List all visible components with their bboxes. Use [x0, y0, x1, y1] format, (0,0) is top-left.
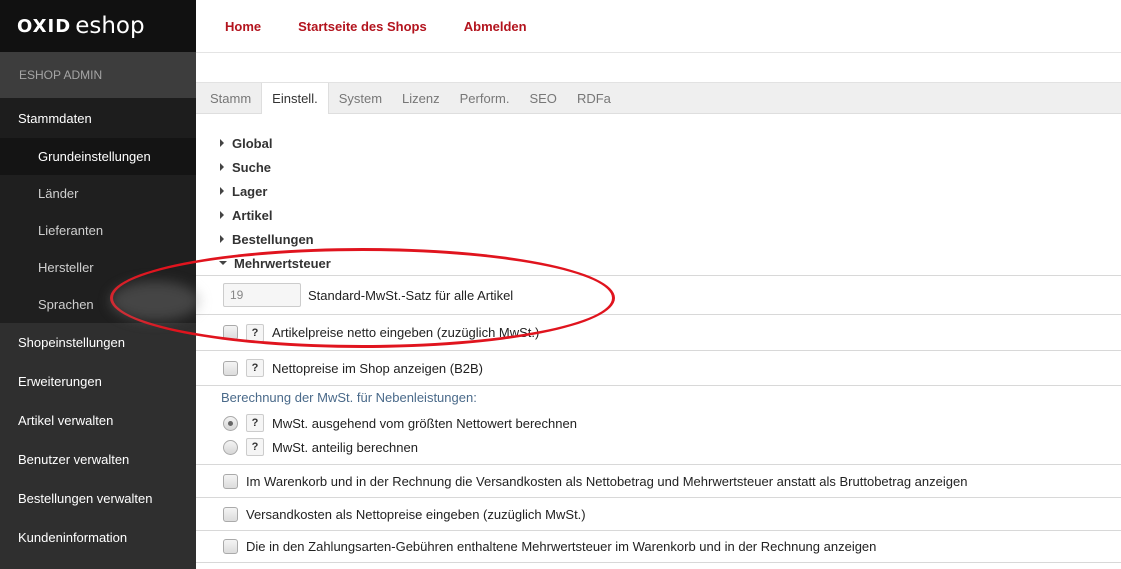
- caret-right-icon: [220, 187, 224, 195]
- admin-label: ESHOP ADMIN: [0, 52, 196, 98]
- help-icon[interactable]: ?: [246, 414, 264, 432]
- group-label: Global: [232, 135, 273, 151]
- sidebar: OXID eshop ESHOP ADMIN Stammdaten Grunde…: [0, 0, 196, 569]
- sidebar-submenu: Grundeinstellungen Länder Lieferanten He…: [0, 138, 196, 323]
- top-navigation: Home Startseite des Shops Abmelden: [196, 0, 1121, 53]
- group-lager[interactable]: Lager: [220, 179, 1121, 203]
- help-icon[interactable]: ?: [246, 438, 264, 456]
- home-link[interactable]: Home: [225, 19, 261, 34]
- net-prices-display-row: ? Nettopreise im Shop anzeigen (B2B): [196, 350, 1121, 385]
- sidebar-sections: Shopeinstellungen Erweiterungen Artikel …: [0, 323, 196, 557]
- payment-fee-vat-label: Die in den Zahlungsarten-Gebühren enthal…: [246, 539, 877, 554]
- vat-default-rate-row: 19 Standard-MwSt.-Satz für alle Artikel: [196, 275, 1121, 314]
- basket-shipping-net-checkbox[interactable]: [223, 473, 238, 489]
- sidebar-item-hersteller[interactable]: Hersteller: [0, 249, 196, 286]
- sidebar-section-benutzer-verwalten[interactable]: Benutzer verwalten: [0, 440, 196, 479]
- payment-fee-vat-checkbox[interactable]: [223, 539, 238, 554]
- group-label: Suche: [232, 159, 272, 175]
- caret-right-icon: [220, 235, 224, 243]
- tab-perform[interactable]: Perform.: [450, 83, 520, 113]
- caret-down-icon: [219, 261, 227, 265]
- help-icon[interactable]: ?: [246, 323, 264, 342]
- tab-system[interactable]: System: [329, 83, 392, 113]
- payment-fee-vat-row: Die in den Zahlungsarten-Gebühren enthal…: [196, 530, 1121, 563]
- oxid-logo[interactable]: OXID eshop: [0, 0, 196, 52]
- sidebar-section-erweiterungen[interactable]: Erweiterungen: [0, 362, 196, 401]
- net-prices-entry-label: Artikelpreise netto eingeben (zuzüglich …: [272, 325, 540, 340]
- shop-start-link[interactable]: Startseite des Shops: [298, 19, 427, 34]
- tab-bar: Stamm Einstell. System Lizenz Perform. S…: [196, 82, 1121, 114]
- net-prices-entry-checkbox[interactable]: [223, 325, 238, 340]
- basket-shipping-net-row: Im Warenkorb und in der Rechnung die Ver…: [196, 464, 1121, 497]
- sidebar-section-stammdaten[interactable]: Stammdaten: [0, 98, 196, 138]
- sidebar-section-shopeinstellungen[interactable]: Shopeinstellungen: [0, 323, 196, 362]
- group-mehrwertsteuer[interactable]: Mehrwertsteuer: [219, 251, 1121, 275]
- radio-proportional-row: ? MwSt. anteilig berechnen: [196, 435, 1121, 459]
- net-prices-display-label: Nettopreise im Shop anzeigen (B2B): [272, 360, 484, 376]
- caret-right-icon: [220, 139, 224, 147]
- group-artikel[interactable]: Artikel: [220, 203, 1121, 227]
- group-bestellungen[interactable]: Bestellungen: [220, 227, 1121, 251]
- radio-proportional[interactable]: [223, 439, 238, 455]
- logo-oxid-text: OXID: [17, 15, 72, 37]
- tab-rdfa[interactable]: RDFa: [567, 83, 621, 113]
- sidebar-section-bestellungen-verwalten[interactable]: Bestellungen verwalten: [0, 479, 196, 518]
- logout-link[interactable]: Abmelden: [464, 19, 527, 34]
- sidebar-item-grundeinstellungen[interactable]: Grundeinstellungen: [0, 138, 196, 175]
- tab-einstell[interactable]: Einstell.: [261, 83, 329, 114]
- sidebar-item-lieferanten[interactable]: Lieferanten: [0, 212, 196, 249]
- radio-largest-net[interactable]: [223, 415, 238, 431]
- radio-largest-label: MwSt. ausgehend vom größten Nettowert be…: [272, 415, 577, 431]
- shipping-net-entry-label: Versandkosten als Nettopreise eingeben (…: [246, 506, 586, 522]
- settings-content: Global Suche Lager Artikel Bestellungen …: [196, 114, 1121, 569]
- side-costs-heading: Berechnung der MwSt. für Nebenleistungen…: [196, 385, 1121, 405]
- radio-proportional-label: MwSt. anteilig berechnen: [272, 439, 418, 455]
- vat-rate-input[interactable]: 19: [223, 283, 301, 307]
- caret-right-icon: [220, 211, 224, 219]
- net-prices-display-checkbox[interactable]: [223, 360, 238, 376]
- shipping-net-entry-checkbox[interactable]: [223, 506, 238, 522]
- caret-right-icon: [220, 163, 224, 171]
- sidebar-section-kundeninformation[interactable]: Kundeninformation: [0, 518, 196, 557]
- sidebar-item-sprachen[interactable]: Sprachen: [0, 286, 196, 323]
- sidebar-item-laender[interactable]: Länder: [0, 175, 196, 212]
- group-suche[interactable]: Suche: [220, 155, 1121, 179]
- radio-largest-row: ? MwSt. ausgehend vom größten Nettowert …: [196, 411, 1121, 435]
- group-label: Bestellungen: [232, 231, 314, 247]
- group-label: Mehrwertsteuer: [234, 255, 331, 271]
- group-label: Artikel: [232, 207, 273, 223]
- group-global[interactable]: Global: [220, 131, 1121, 155]
- group-label: Lager: [232, 183, 268, 199]
- basket-shipping-net-label: Im Warenkorb und in der Rechnung die Ver…: [246, 473, 968, 489]
- tab-seo[interactable]: SEO: [519, 83, 566, 113]
- vat-rate-label: Standard-MwSt.-Satz für alle Artikel: [308, 287, 514, 303]
- tab-lizenz[interactable]: Lizenz: [392, 83, 450, 113]
- sidebar-section-artikel-verwalten[interactable]: Artikel verwalten: [0, 401, 196, 440]
- net-prices-entry-row: ? Artikelpreise netto eingeben (zuzüglic…: [196, 314, 1121, 350]
- shipping-net-entry-row: Versandkosten als Nettopreise eingeben (…: [196, 497, 1121, 530]
- help-icon[interactable]: ?: [246, 359, 264, 377]
- logo-eshop-text: eshop: [75, 13, 145, 39]
- tab-stamm[interactable]: Stamm: [200, 83, 261, 113]
